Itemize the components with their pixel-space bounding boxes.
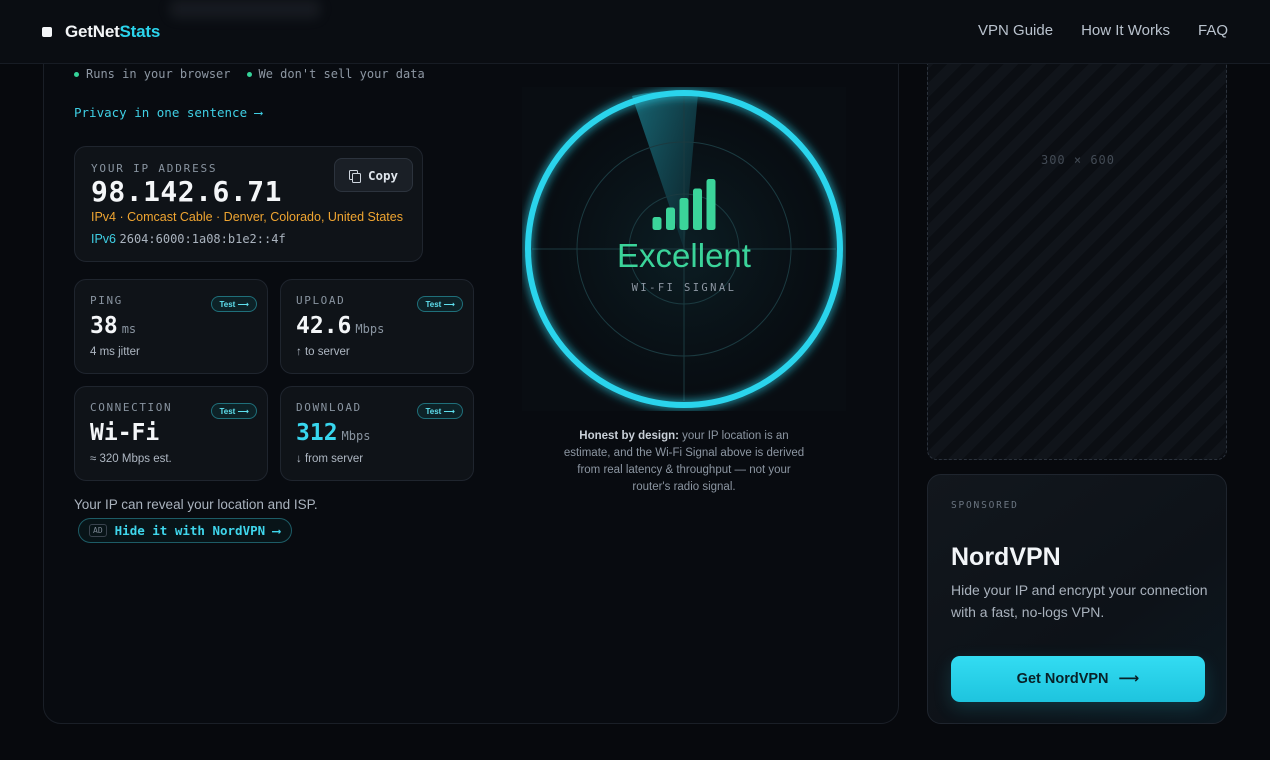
top-nav: VPN Guide How It Works FAQ [978,22,1228,39]
get-nordvpn-button[interactable]: Get NordVPN ⟶ [951,656,1205,702]
metric-label: CONNECTION [90,401,173,414]
signal-bar [666,207,675,230]
privacy-link[interactable]: Privacy in one sentence ⟶ [74,105,262,120]
signal-quality: Excellent [617,237,751,274]
connection-sub: ≈ 320 Mbps est. [90,453,172,465]
wifi-signal-label: WI-FI SIGNAL [631,282,737,294]
blurred-strip [170,0,320,18]
upload-sub: ↑ to server [296,346,350,358]
ip-reveal-text: Your IP can reveal your location and ISP… [74,497,318,512]
signal-bar [652,217,662,230]
metric-label: DOWNLOAD [296,401,362,414]
sponsored-description: Hide your IP and encrypt your connection… [951,582,1208,620]
download-sub: ↓ from server [296,453,364,465]
copy-icon [348,169,361,183]
test-download-button[interactable]: Test ⟶ [417,403,463,419]
ping-value: 38 ms [90,313,137,339]
upload-value: 42.6 Mbps [296,313,385,339]
sponsored-title: NordVPN [951,543,1061,571]
get-nordvpn-label: Get NordVPN [1016,671,1109,687]
ip-label: YOUR IP ADDRESS [91,162,218,175]
nav-faq[interactable]: FAQ [1198,22,1228,39]
top-header: GetNetStats VPN Guide How It Works FAQ [0,0,1270,64]
ip-value: 98.142.6.71 [91,175,282,208]
copy-button[interactable]: Copy [334,158,413,192]
metric-label: UPLOAD [296,294,346,307]
test-ping-button[interactable]: Test ⟶ [211,296,257,312]
nav-how-it-works[interactable]: How It Works [1081,22,1170,39]
logo-text: GetNetStats [65,22,161,41]
metric-label: PING [90,294,123,307]
test-upload-button[interactable]: Test ⟶ [417,296,463,312]
site-logo[interactable]: GetNetStats [42,21,160,43]
download-value: 312 Mbps [296,420,371,446]
download-card: DOWNLOAD Test ⟶ 312 Mbps ↓ from server [280,386,474,481]
test-connection-button[interactable]: Test ⟶ [211,403,257,419]
ad-badge: AD [89,524,107,537]
nav-vpn-guide[interactable]: VPN Guide [978,22,1053,39]
connection-value: Wi-Fi [90,420,160,446]
connection-card: CONNECTION Test ⟶ Wi-Fi ≈ 320 Mbps est. [74,386,268,481]
ipv6-info: IPv6 2604:6000:1a08:b1e2::4f [91,232,286,246]
tagline-item: We don't sell your data [246,67,425,81]
signal-bar [693,188,702,230]
signal-bar [679,198,689,230]
sponsored-card: SPONSORED NordVPN Hide your IP and encry… [927,474,1227,724]
ping-card: PING Test ⟶ 38 ms 4 ms jitter [74,279,268,374]
honest-note: Honest by design: your IP location is an… [563,430,805,493]
ip-address-card: YOUR IP ADDRESS 98.142.6.71 IPv4 · Comca… [74,146,423,262]
ping-jitter: 4 ms jitter [90,346,140,358]
ad-placeholder: 300 × 600 [927,40,1227,460]
nordvpn-pill-text: Hide it with NordVPN ⟶ [114,523,281,538]
upload-card: UPLOAD Test ⟶ 42.6 Mbps ↑ to server [280,279,474,374]
signal-bar [706,179,716,230]
green-dot-icon [74,71,79,77]
ad-placeholder-size: 300 × 600 [1040,153,1116,167]
green-dot-icon [246,71,252,77]
tagline: Runs in your browser We don't sell your … [74,67,425,81]
sponsored-label: SPONSORED [951,500,1019,511]
nordvpn-pill-link[interactable]: AD Hide it with NordVPN ⟶ [78,518,292,543]
tagline-item: Runs in your browser [74,67,231,81]
logo-mark-icon [42,27,52,37]
ipv4-info: IPv4 · Comcast Cable · Denver, Colorado,… [91,210,403,224]
arrow-right-icon: ⟶ [1118,671,1140,687]
